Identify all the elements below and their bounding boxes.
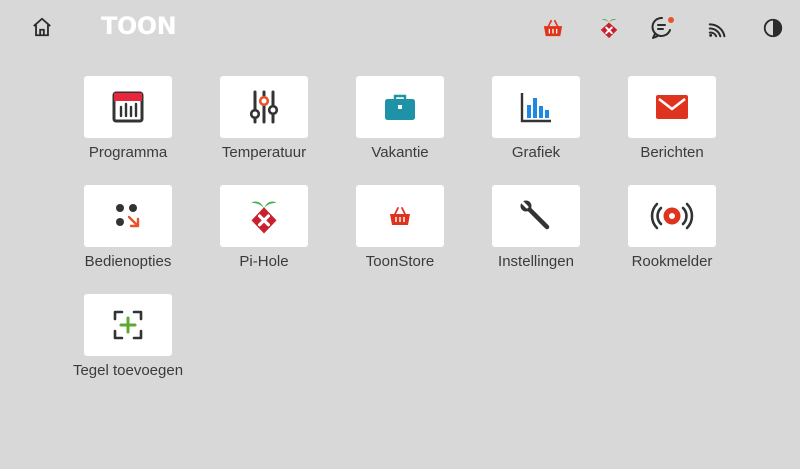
basket-icon — [543, 19, 563, 37]
tile-rookmelder[interactable]: Rookmelder — [612, 185, 732, 270]
home-icon — [33, 17, 51, 37]
pihole-status-button[interactable] — [593, 12, 625, 44]
tile-temperatuur-label: Temperatuur — [221, 144, 307, 161]
bar-chart-icon — [520, 93, 551, 123]
tile-rookmelder-label: Rookmelder — [631, 253, 713, 270]
contrast-button[interactable] — [757, 12, 789, 44]
tile-toonstore-box — [356, 185, 444, 247]
wifi-icon — [708, 23, 726, 38]
sliders-icon — [249, 90, 279, 124]
add-tile-icon — [113, 310, 143, 340]
top-bar: TOON — [0, 0, 800, 56]
tile-berichten-label: Berichten — [640, 144, 704, 161]
tile-pi-hole-box — [220, 185, 308, 247]
tile-programma-label: Programma — [88, 144, 168, 161]
pihole-icon — [251, 201, 277, 234]
tile-bedienopties[interactable]: Bedienopties — [68, 185, 188, 270]
tile-toonstore-label: ToonStore — [365, 253, 435, 270]
tile-toonstore[interactable]: ToonStore — [340, 185, 460, 270]
tile-temperatuur[interactable]: Temperatuur — [204, 76, 324, 161]
smoke-alarm-icon — [650, 202, 694, 230]
tile-rookmelder-box — [628, 185, 716, 247]
tile-berichten[interactable]: Berichten — [612, 76, 732, 161]
tile-grafiek-label: Grafiek — [511, 144, 561, 161]
contrast-icon — [763, 18, 783, 38]
home-button[interactable] — [26, 11, 58, 43]
wifi-status-button[interactable] — [702, 12, 734, 44]
tile-grafiek[interactable]: Grafiek — [476, 76, 596, 161]
chat-notification-icon — [651, 16, 674, 39]
tile-instellingen-box — [492, 185, 580, 247]
tile-programma[interactable]: Programma — [68, 76, 188, 161]
tile-vakantie-box — [356, 76, 444, 138]
tile-vakantie-label: Vakantie — [371, 144, 429, 161]
toon-logo: TOON — [101, 12, 177, 40]
tile-tegel-toevoegen[interactable]: Tegel toevoegen — [68, 294, 188, 379]
envelope-icon — [656, 95, 688, 119]
tile-grafiek-box — [492, 76, 580, 138]
toonstore-status-button[interactable] — [537, 12, 569, 44]
messages-status-button[interactable] — [647, 12, 679, 44]
pihole-icon — [600, 19, 618, 39]
tile-temperatuur-box — [220, 76, 308, 138]
tile-pi-hole[interactable]: Pi-Hole — [204, 185, 324, 270]
tile-programma-box — [84, 76, 172, 138]
dots-arrow-icon — [116, 204, 140, 228]
basket-icon — [390, 207, 410, 225]
tile-tegel-toevoegen-label: Tegel toevoegen — [72, 362, 184, 379]
wrench-icon — [520, 200, 550, 230]
tile-tegel-toevoegen-box — [84, 294, 172, 356]
tile-vakantie[interactable]: Vakantie — [340, 76, 460, 161]
calendar-icon — [112, 91, 144, 123]
tile-pi-hole-label: Pi-Hole — [239, 253, 289, 270]
tile-bedienopties-box — [84, 185, 172, 247]
tile-instellingen-label: Instellingen — [498, 253, 574, 270]
tile-instellingen[interactable]: Instellingen — [476, 185, 596, 270]
tile-bedienopties-label: Bedienopties — [84, 253, 172, 270]
tile-berichten-box — [628, 76, 716, 138]
suitcase-icon — [385, 94, 415, 120]
